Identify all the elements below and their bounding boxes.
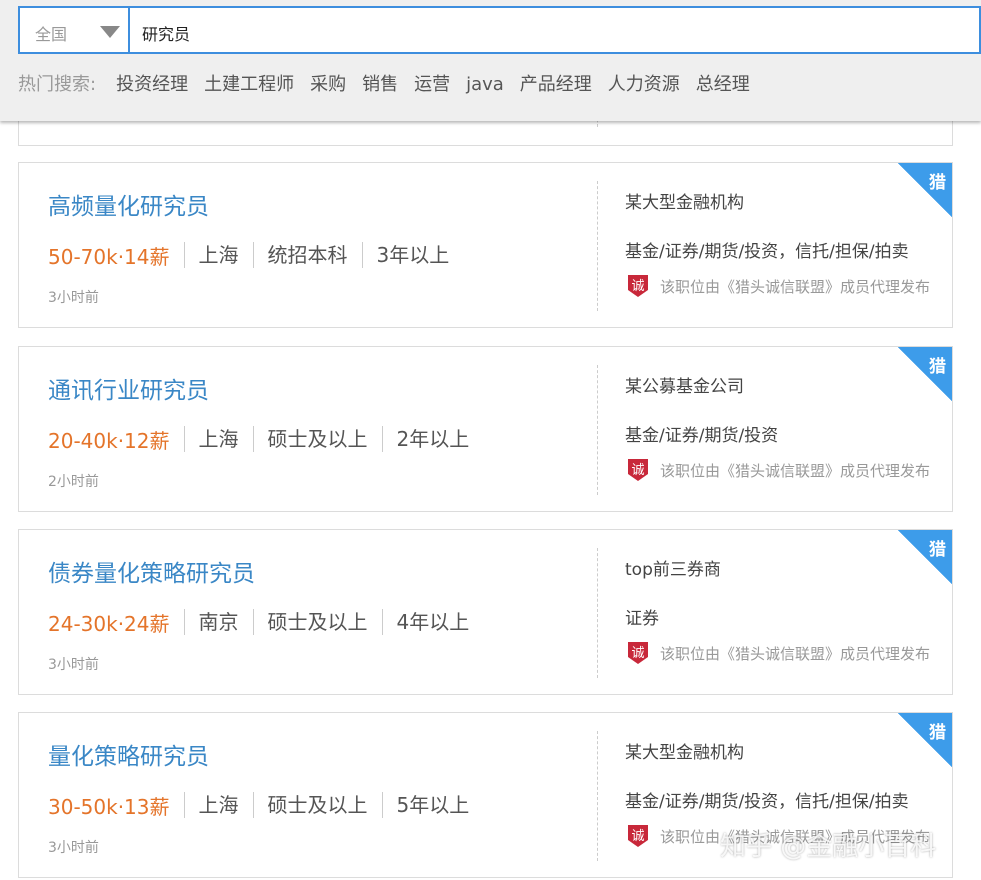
job-card[interactable]: 债券量化策略研究员 24-30k·24薪 南京 硕士及以上 4年以上 3小时前 … — [18, 529, 953, 695]
job-education: 硕士及以上 — [252, 426, 368, 452]
posted-time: 3小时前 — [48, 290, 99, 306]
company-industry: 基金/证券/期货/投资 — [625, 426, 779, 446]
job-title-link[interactable]: 通讯行业研究员 — [48, 371, 209, 405]
job-location: 上海 — [183, 792, 239, 818]
job-experience: 4年以上 — [381, 609, 469, 635]
hot-search-link[interactable]: 总经理 — [696, 74, 750, 95]
job-education: 硕士及以上 — [252, 609, 368, 635]
headhunter-badge-label: 猎 — [929, 723, 946, 743]
job-location: 南京 — [183, 609, 239, 635]
hot-search-link[interactable]: 运营 — [414, 74, 450, 95]
dropdown-arrow-icon[interactable] — [100, 26, 120, 38]
search-header: 全国 研究员 热门搜索: 投资经理 土建工程师 采购 销售 运营 java 产品经理 人力资源总… — [0, 0, 981, 121]
search-input[interactable]: 研究员 — [142, 21, 190, 45]
search-bar: 全国 研究员 — [18, 6, 981, 54]
job-experience: 2年以上 — [381, 426, 469, 452]
headhunter-corner-badge: 猎 — [898, 347, 952, 401]
card-divider — [597, 548, 598, 678]
svg-text:诚: 诚 — [631, 279, 644, 294]
job-card[interactable]: 通讯行业研究员 20-40k·12薪 上海 硕士及以上 2年以上 2小时前 某公… — [18, 346, 953, 512]
agent-note-text: 该职位由《猎头诚信联盟》成员代理发布 — [660, 461, 931, 480]
company-industry: 基金/证券/期货/投资，信托/担保/拍卖 — [625, 242, 909, 262]
job-salary: 50-70k·14薪 — [48, 244, 170, 269]
job-meta: 20-40k·12薪 上海 硕士及以上 2年以上 — [48, 425, 469, 453]
job-education: 统招本科 — [252, 242, 348, 268]
headhunter-corner-badge: 猎 — [898, 163, 952, 217]
card-divider — [597, 181, 598, 311]
agent-note: 诚 该职位由《猎头诚信联盟》成员代理发布 — [625, 273, 930, 299]
job-title-link[interactable]: 高频量化研究员 — [48, 187, 209, 221]
headhunter-corner-badge: 猎 — [898, 530, 952, 584]
svg-text:诚: 诚 — [631, 829, 644, 844]
cheng-badge-icon: 诚 — [625, 823, 651, 849]
hot-search-link[interactable]: 采购 — [310, 74, 346, 95]
cheng-badge-icon: 诚 — [625, 457, 651, 483]
job-card[interactable]: 高频量化研究员 50-70k·14薪 上海 统招本科 3年以上 3小时前 某大型… — [18, 162, 953, 328]
svg-text:诚: 诚 — [631, 646, 644, 661]
job-salary: 30-50k·13薪 — [48, 794, 170, 819]
hot-search-link[interactable]: 产品经理 — [520, 74, 592, 95]
agent-note-text: 该职位由《猎头诚信联盟》成员代理发布 — [660, 277, 931, 296]
zhihu-watermark: 知乎 @金融小百科 — [720, 832, 937, 862]
job-title-link[interactable]: 债券量化策略研究员 — [48, 554, 255, 588]
agent-note-text: 该职位由《猎头诚信联盟》成员代理发布 — [660, 644, 931, 663]
company-name-link[interactable]: top前三券商 — [625, 555, 721, 580]
agent-note: 诚 该职位由《猎头诚信联盟》成员代理发布 — [625, 457, 930, 483]
job-education: 硕士及以上 — [252, 792, 368, 818]
job-meta: 50-70k·14薪 上海 统招本科 3年以上 — [48, 241, 449, 269]
cheng-badge-icon: 诚 — [625, 273, 651, 299]
job-experience: 3年以上 — [361, 242, 449, 268]
posted-time: 3小时前 — [48, 840, 99, 856]
hot-search-link[interactable]: 销售 — [362, 74, 398, 95]
region-select[interactable]: 全国 — [20, 8, 130, 52]
posted-time: 3小时前 — [48, 657, 99, 673]
hot-search-link[interactable]: 人力资源 — [608, 74, 680, 95]
posted-time: 2小时前 — [48, 474, 99, 490]
headhunter-badge-label: 猎 — [929, 173, 946, 193]
job-meta: 24-30k·24薪 南京 硕士及以上 4年以上 — [48, 608, 469, 636]
cheng-badge-icon: 诚 — [625, 640, 651, 666]
job-title-link[interactable]: 量化策略研究员 — [48, 737, 209, 771]
company-name-link[interactable]: 某公募基金公司 — [625, 372, 744, 397]
hot-search-link[interactable]: 投资经理 — [116, 74, 188, 95]
job-location: 上海 — [183, 242, 239, 268]
hot-search-link[interactable]: java — [466, 74, 504, 95]
hot-search-link[interactable]: 土建工程师 — [204, 74, 294, 95]
job-salary: 24-30k·24薪 — [48, 611, 170, 636]
company-industry: 证券 — [625, 609, 659, 629]
company-name-link[interactable]: 某大型金融机构 — [625, 188, 744, 213]
headhunter-corner-badge: 猎 — [898, 713, 952, 767]
job-location: 上海 — [183, 426, 239, 452]
card-divider — [597, 365, 598, 495]
headhunter-badge-label: 猎 — [929, 540, 946, 560]
company-industry: 基金/证券/期货/投资，信托/担保/拍卖 — [625, 792, 909, 812]
hot-search-label: 热门搜索: — [18, 74, 97, 95]
region-select-value: 全国 — [35, 25, 68, 44]
card-divider — [597, 731, 598, 861]
job-experience: 5年以上 — [381, 792, 469, 818]
headhunter-badge-label: 猎 — [929, 357, 946, 377]
hot-search-bar: 热门搜索: 投资经理 土建工程师 采购 销售 运营 java 产品经理 人力资源 总经理 — [18, 70, 766, 95]
company-name-link[interactable]: 某大型金融机构 — [625, 738, 744, 763]
job-meta: 30-50k·13薪 上海 硕士及以上 5年以上 — [48, 791, 469, 819]
svg-text:诚: 诚 — [631, 463, 644, 478]
job-salary: 20-40k·12薪 — [48, 428, 170, 453]
agent-note: 诚 该职位由《猎头诚信联盟》成员代理发布 — [625, 640, 930, 666]
